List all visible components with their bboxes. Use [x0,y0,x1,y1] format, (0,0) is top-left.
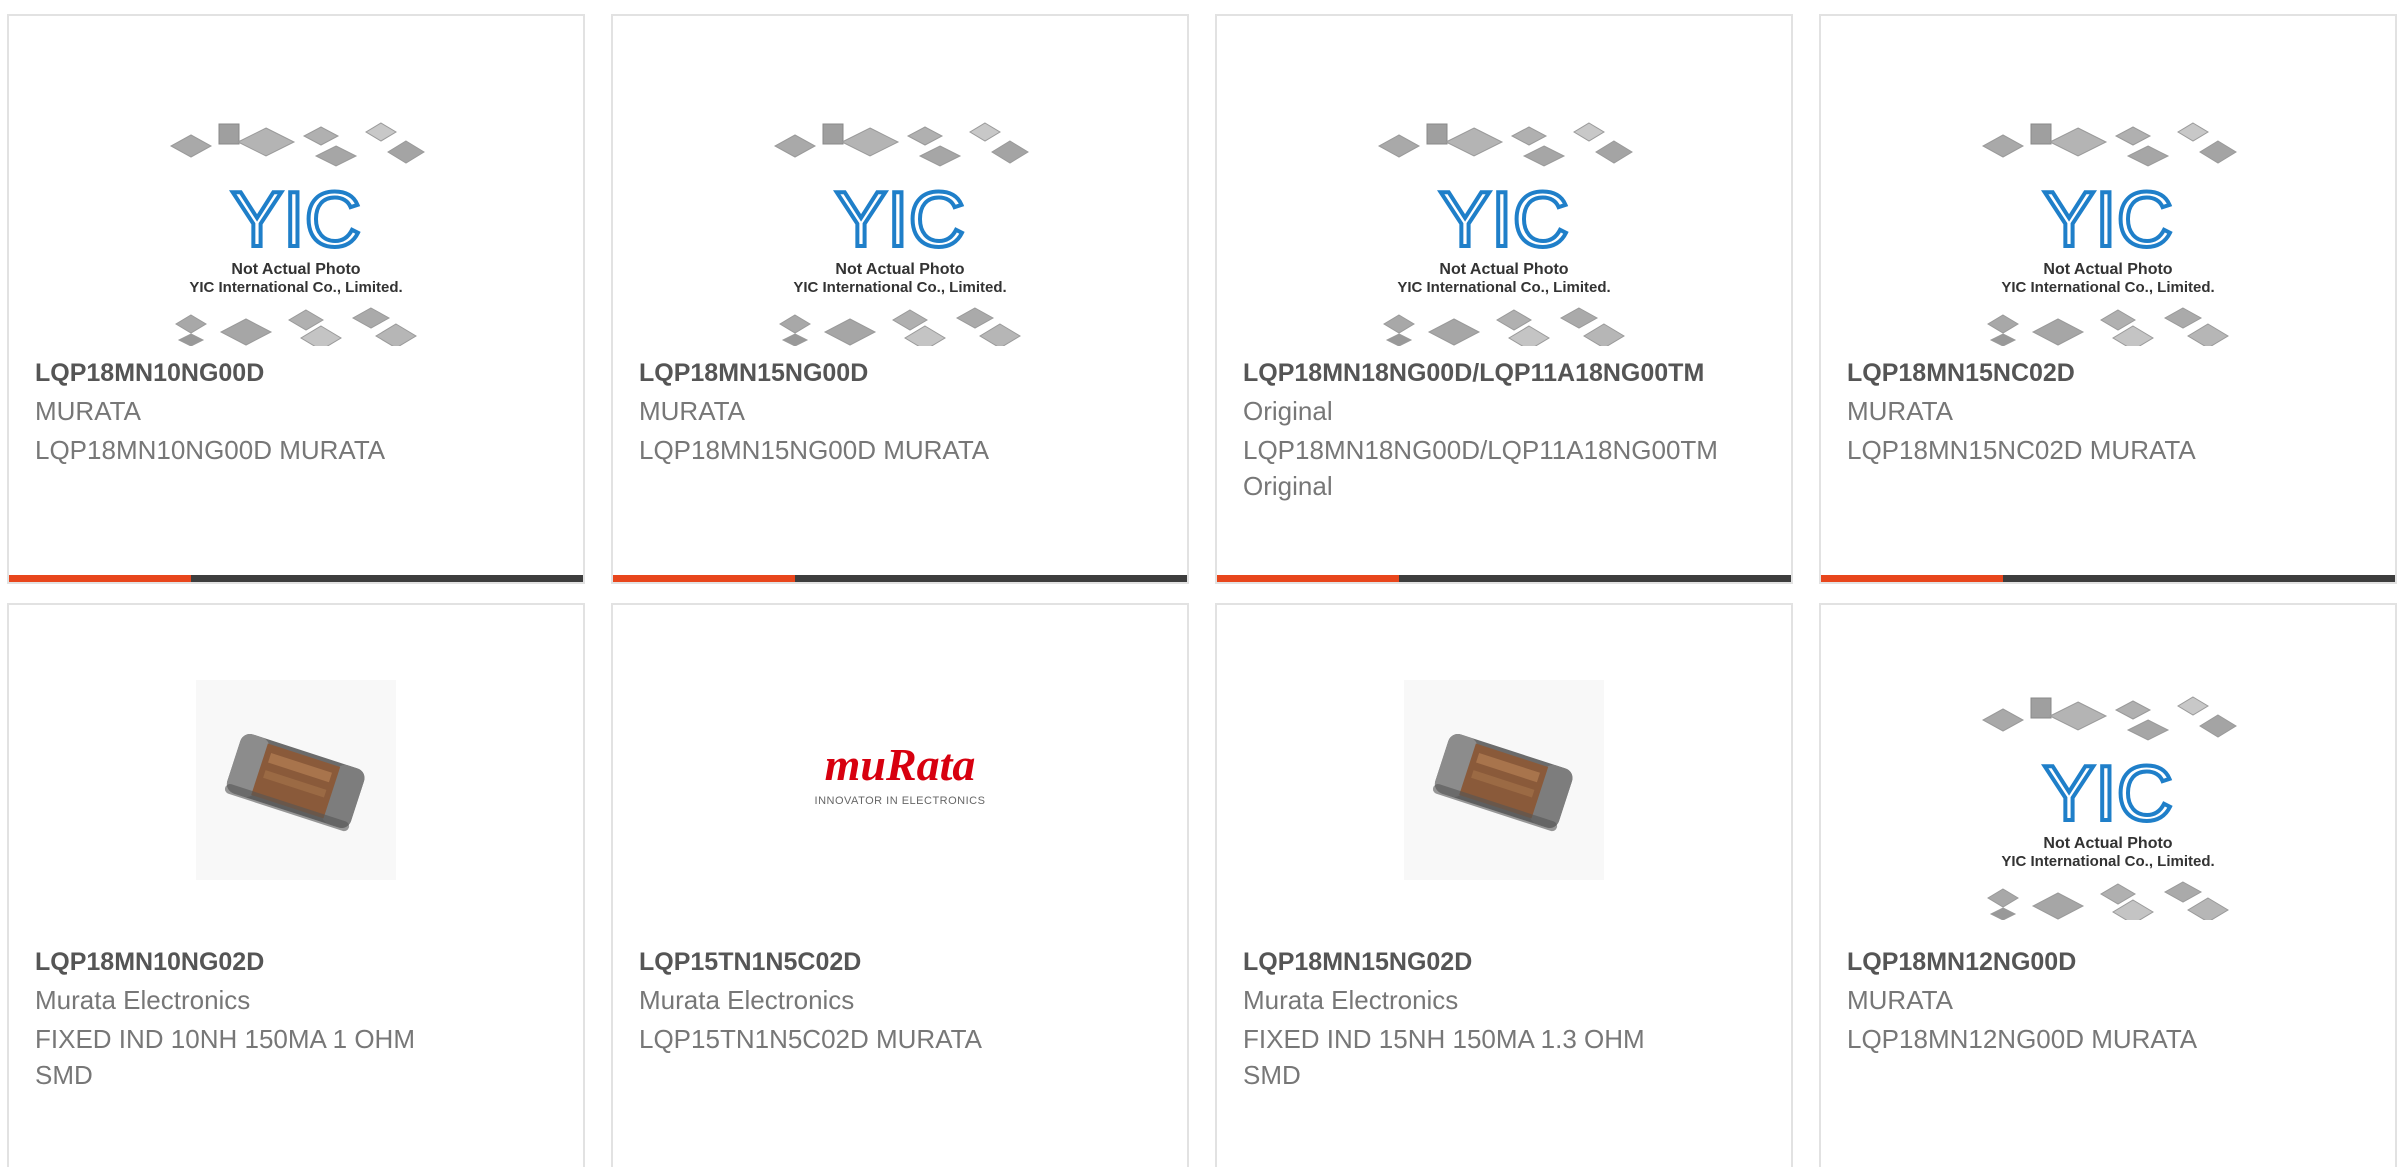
card-bottom-bar [613,575,1187,582]
part-number-link[interactable]: LQP18MN10NG02D [35,948,264,977]
inductor-chip-image [196,680,396,880]
manufacturer-name: Original [1243,396,1333,426]
manufacturer-name: Murata Electronics [35,985,251,1015]
company-name-label: YIC International Co., Limited. [2001,853,2214,870]
product-thumbnail[interactable]: muRata INNOVATOR IN ELECTRONICS [613,680,1187,930]
card-accent-bar [1217,575,1399,582]
product-description: LQP15TN1N5C02D MURATA [639,1024,982,1054]
product-description: LQP18MN15NC02D MURATA [1847,435,2196,465]
murata-wordmark: muRata [825,739,976,790]
product-description: FIXED IND 10NH 150MA 1 OHM SMD [35,1024,415,1090]
yic-logo: YIC [2043,749,2173,837]
yic-logo: YIC [835,175,965,263]
part-number-link[interactable]: LQP18MN10NG00D [35,359,264,388]
product-description: LQP18MN15NG00D MURATA [639,435,990,465]
product-card[interactable]: YIC Not Actual Photo YIC International Co.… [611,14,1189,584]
product-thumbnail[interactable] [9,680,583,930]
yic-logo: YIC [231,175,361,263]
product-thumbnail[interactable] [1217,680,1791,930]
manufacturer-name: MURATA [639,396,745,426]
product-description: LQP18MN18NG00D/LQP11A18NG00TM Original [1243,435,1718,501]
product-thumbnail[interactable]: YIC Not Actual Photo YIC International Co.… [1217,106,1791,346]
product-thumbnail[interactable]: YIC Not Actual Photo YIC International Co.… [1821,106,2395,346]
card-accent-bar [9,575,191,582]
manufacturer-name: MURATA [1847,985,1953,1015]
product-thumbnail[interactable]: YIC Not Actual Photo YIC International Co.… [613,106,1187,346]
manufacturer-name: MURATA [1847,396,1953,426]
yic-logo: YIC [1439,175,1569,263]
manufacturer-name: Murata Electronics [639,985,855,1015]
card-accent-bar [613,575,795,582]
company-name-label: YIC International Co., Limited. [189,279,402,296]
product-description: FIXED IND 15NH 150MA 1.3 OHM SMD [1243,1024,1645,1090]
product-grid: YIC Not Actual Photo YIC International Co.… [0,0,2400,1167]
card-bottom-bar [1821,575,2395,582]
product-card[interactable]: LQP18MN15NG02D Murata Electronics FIXED … [1215,603,1793,1167]
murata-tagline: INNOVATOR IN ELECTRONICS [815,795,986,807]
product-card[interactable]: YIC Not Actual Photo YIC International Co.… [7,14,585,584]
yic-logo: YIC [2043,175,2173,263]
part-number-link[interactable]: LQP15TN1N5C02D [639,948,861,977]
yic-placeholder-image: YICNot Actual PhotoYIC International Co.… [1377,122,1633,346]
not-actual-photo-label: Not Actual Photo [2043,835,2172,852]
product-card[interactable]: LQP18MN10NG02D Murata Electronics FIXED … [7,603,585,1167]
manufacturer-name: Murata Electronics [1243,985,1459,1015]
product-description: LQP18MN10NG00D MURATA [35,435,386,465]
company-name-label: YIC International Co., Limited. [793,279,1006,296]
company-name-label: YIC International Co., Limited. [2001,279,2214,296]
part-number-link[interactable]: LQP18MN15NG02D [1243,948,1472,977]
card-bottom-bar [1217,575,1791,582]
murata-logo-image: muRata INNOVATOR IN ELECTRONICS [815,739,986,807]
yic-placeholder-image: YICNot Actual PhotoYIC International Co.… [773,122,1029,346]
part-number-link[interactable]: LQP18MN12NG00D [1847,948,2076,977]
part-number-link[interactable]: LQP18MN15NC02D [1847,359,2075,388]
product-card[interactable]: YIC Not Actual Photo YIC International Co.… [1215,14,1793,584]
not-actual-photo-label: Not Actual Photo [2043,261,2172,278]
product-card[interactable]: YIC Not Actual Photo YIC International Co.… [1819,14,2397,584]
not-actual-photo-label: Not Actual Photo [231,261,360,278]
product-thumbnail[interactable]: YIC Not Actual Photo YIC International Co.… [9,106,583,346]
yic-placeholder-image: YICNot Actual PhotoYIC International Co.… [169,122,425,346]
yic-placeholder-image: YICNot Actual PhotoYIC International Co.… [1981,696,2237,920]
part-number-link[interactable]: LQP18MN18NG00D/LQP11A18NG00TM [1243,359,1704,388]
company-name-label: YIC International Co., Limited. [1397,279,1610,296]
manufacturer-name: MURATA [35,396,141,426]
product-description: LQP18MN12NG00D MURATA [1847,1024,2198,1054]
inductor-chip-image [1404,680,1604,880]
product-thumbnail[interactable]: YIC Not Actual Photo YIC International Co.… [1821,680,2395,930]
product-card[interactable]: muRata INNOVATOR IN ELECTRONICS LQP15TN1… [611,603,1189,1167]
product-card[interactable]: YIC Not Actual Photo YIC International Co.… [1819,603,2397,1167]
card-bottom-bar [9,575,583,582]
card-accent-bar [1821,575,2003,582]
yic-placeholder-image: YICNot Actual PhotoYIC International Co.… [1981,122,2237,346]
not-actual-photo-label: Not Actual Photo [1439,261,1568,278]
not-actual-photo-label: Not Actual Photo [835,261,964,278]
part-number-link[interactable]: LQP18MN15NG00D [639,359,868,388]
